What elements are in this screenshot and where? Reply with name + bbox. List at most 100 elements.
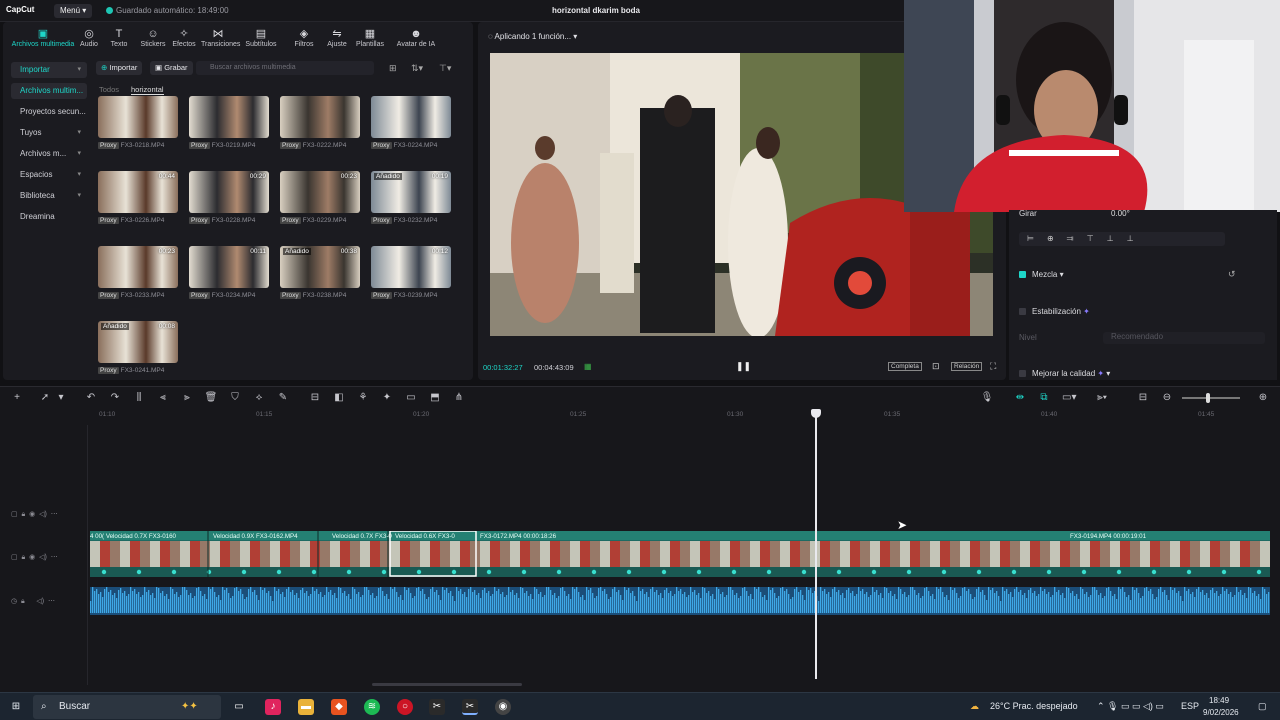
media-thumbnail[interactable]: 00:38 Añadido <box>280 246 360 288</box>
menu-button[interactable]: Menú ▾ <box>54 4 93 18</box>
toolbar-media[interactable]: ▣ Archivos multimedia <box>5 28 81 48</box>
language-indicator[interactable]: ESP <box>1181 701 1199 711</box>
caption-icon-2[interactable]: ⊟ <box>1136 392 1150 403</box>
freeze-icon[interactable]: ⊟ <box>308 392 322 403</box>
clock-date[interactable]: 9/02/2026 <box>1203 708 1239 717</box>
filter-icon[interactable]: ⊤▾ <box>439 63 451 74</box>
plus-icon[interactable]: + <box>10 392 24 403</box>
audio-track-controls[interactable]: ◷ 🔒︎ ◁) ⋯ <box>11 597 55 606</box>
delete-icon[interactable]: 🗑︎ <box>204 392 218 403</box>
main-track-controls[interactable]: ▢ 🔒︎ ◉ ◁) ⋯ <box>11 553 58 562</box>
toolbar-transitions[interactable]: ⋈ Transiciones <box>201 28 240 48</box>
toolbar-templates[interactable]: ▦ Plantillas <box>353 28 387 48</box>
media-thumbnail[interactable] <box>189 96 269 138</box>
spotify-icon[interactable]: ≋ <box>364 699 380 715</box>
media-thumbnail[interactable]: 00:29 <box>189 171 269 213</box>
zoom-in-icon[interactable]: ⊕ <box>1256 392 1270 403</box>
align-toolbar[interactable]: ⊨⊕⫥⊤⊥⊥ <box>1019 232 1225 246</box>
capcut-icon[interactable]: ✂ <box>429 699 445 715</box>
crop-icon[interactable]: ⟡ <box>252 392 266 403</box>
stabilize-row[interactable]: Estabilización ✦ <box>1019 307 1090 316</box>
sidebar-item-5[interactable]: Espacios ▾ <box>11 167 87 183</box>
media-thumbnail[interactable] <box>371 96 451 138</box>
obs-icon[interactable]: ◉ <box>495 699 511 715</box>
record-button[interactable]: ▣ Grabar <box>150 61 193 75</box>
grid-view-icon[interactable]: ⊞ <box>389 63 397 74</box>
audio-waveform[interactable] <box>90 583 1270 615</box>
shield-icon[interactable]: ⛉ <box>228 392 242 403</box>
windows-start-icon[interactable]: ⊞ <box>8 699 24 715</box>
blend-checkbox[interactable] <box>1019 271 1026 278</box>
pause-button[interactable]: ❚❚ <box>736 361 751 372</box>
media-thumbnail[interactable]: 00:23 <box>98 246 178 288</box>
focus-icon[interactable]: ⊡ <box>932 361 940 372</box>
fullscreen-icon[interactable]: ⛶ <box>990 361 996 372</box>
timeline-scrollbar[interactable] <box>372 683 522 686</box>
media-thumbnail[interactable]: 00:08 Añadido <box>98 321 178 363</box>
split-right-icon[interactable]: ⫸ <box>180 392 194 403</box>
playhead[interactable] <box>811 409 821 679</box>
sidebar-item-4[interactable]: Archivos m... ▾ <box>11 146 87 162</box>
mic-icon[interactable]: 🎙︎ <box>980 392 994 403</box>
sidebar-item-1[interactable]: Archivos multim... <box>11 83 87 99</box>
notification-icon[interactable]: ▢ <box>1258 701 1267 712</box>
media-thumbnail[interactable]: 00:11 <box>189 246 269 288</box>
rotate-value[interactable]: 0.00° <box>1111 209 1171 218</box>
brave-icon[interactable]: ◆ <box>331 699 347 715</box>
sidebar-item-2[interactable]: Proyectos secun... <box>11 104 87 120</box>
split-icon[interactable]: ⫼ <box>132 392 146 403</box>
zoom-slider-handle[interactable] <box>1206 393 1210 403</box>
snap-icon[interactable]: ⫸▾ <box>1095 392 1109 403</box>
full-button[interactable]: Completa <box>888 362 922 371</box>
taskbar-search[interactable]: ⌕ Buscar ✦✦ <box>33 695 221 719</box>
undo-icon[interactable]: ↶ <box>84 392 98 403</box>
media-thumbnail[interactable]: 00:23 <box>280 171 360 213</box>
media-thumbnail[interactable] <box>280 96 360 138</box>
enhance-checkbox[interactable] <box>1019 370 1026 377</box>
waveform-icon[interactable]: ▦ <box>584 362 592 371</box>
ai-icon[interactable]: ⚘ <box>356 392 370 403</box>
chevron-down-icon[interactable]: ▾ <box>54 392 68 403</box>
tray-icons[interactable]: ⌃ 🎙︎ ▭ ▭ ◁) ▭ <box>1097 701 1164 712</box>
media-search-input[interactable]: Buscar archivos multimedia <box>196 61 374 75</box>
redo-icon[interactable]: ↷ <box>108 392 122 403</box>
toolbar-audio[interactable]: ◎ Audio <box>72 28 106 48</box>
toolbar-subtitles[interactable]: ▤ Subtítulos <box>244 28 278 48</box>
media-thumbnail[interactable]: 00:19 Añadido <box>371 171 451 213</box>
toolbar-avatar[interactable]: ☻ Avatar de IA <box>393 28 439 48</box>
media-thumbnail[interactable]: 00:12 <box>371 246 451 288</box>
video-track-controls[interactable]: ▢ 🔒︎ ◉ ◁) ⋯ <box>11 510 58 519</box>
sidebar-item-0[interactable]: Importar ▾ <box>11 62 87 78</box>
magic-icon[interactable]: ✦ <box>380 392 394 403</box>
export-frame-icon[interactable]: ⬒ <box>428 392 442 403</box>
tiktok-icon[interactable]: ♪ <box>265 699 281 715</box>
capcut-active-icon[interactable]: ✂ <box>462 699 478 715</box>
toolbar-filters[interactable]: ◈ Filtros <box>287 28 321 48</box>
zoom-out-icon[interactable]: ⊖ <box>1160 392 1174 403</box>
sidebar-item-6[interactable]: Biblioteca ▾ <box>11 188 87 204</box>
toolbar-effects[interactable]: ✧ Efectos <box>167 28 201 48</box>
link-icon[interactable]: ⇹ <box>1013 392 1027 403</box>
opera-icon[interactable]: ○ <box>397 699 413 715</box>
caption-icon[interactable]: ▭ <box>404 392 418 403</box>
tab-horizontal[interactable]: horizontal <box>131 85 164 95</box>
magnet-icon[interactable]: ⧉ <box>1037 392 1051 403</box>
sort-icon[interactable]: ⇅▾ <box>411 63 423 74</box>
main-video-track[interactable]: 4 00( Velocidad 0.7X FX3-0160 Velocidad 0… <box>90 530 1270 577</box>
sidebar-item-7[interactable]: Dreamina <box>11 209 87 225</box>
toolbar-sticker[interactable]: ☺ Stickers <box>136 28 170 48</box>
select-tool-icon[interactable]: ➚ <box>38 392 52 403</box>
clock-time[interactable]: 18:49 <box>1209 696 1229 705</box>
toolbar-text[interactable]: T Texto <box>102 28 136 48</box>
import-button[interactable]: ⊕ Importar <box>96 61 143 75</box>
stabilize-checkbox[interactable] <box>1019 308 1026 315</box>
zoom-slider[interactable] <box>1182 393 1240 403</box>
media-thumbnail[interactable]: 00:44 <box>98 171 178 213</box>
reset-icon[interactable]: ↺ <box>1228 269 1236 280</box>
blend-row[interactable]: Mezcla ▾ <box>1019 270 1064 279</box>
sidebar-item-3[interactable]: Tuyos ▾ <box>11 125 87 141</box>
split-left-icon[interactable]: ⫷ <box>156 392 170 403</box>
tab-all[interactable]: Todos <box>99 85 119 94</box>
media-thumbnail[interactable] <box>98 96 178 138</box>
mirror-icon[interactable]: ◧ <box>332 392 346 403</box>
